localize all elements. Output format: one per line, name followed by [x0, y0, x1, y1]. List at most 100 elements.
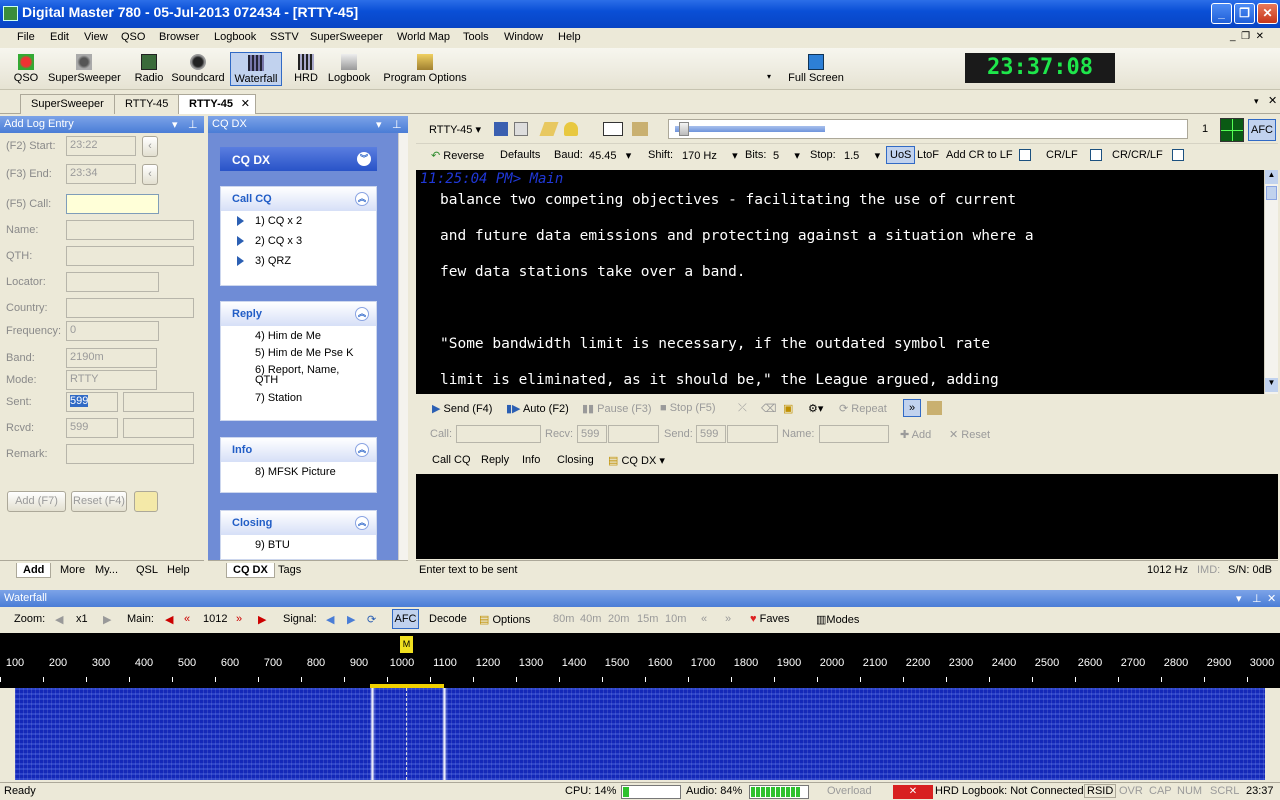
macro-cq-dx[interactable]: ▤ CQ DX ▾ [608, 454, 665, 467]
tab-list-icon[interactable]: ▾ [1254, 96, 1259, 107]
tab-cq-dx[interactable]: CQ DX [226, 563, 275, 578]
settings-icon[interactable] [632, 122, 648, 136]
tab-qsl[interactable]: QSL [130, 563, 164, 577]
tab-tags[interactable]: Tags [272, 563, 307, 577]
receive-scrollbar[interactable]: ▲ ▼ [1264, 170, 1278, 394]
waterfall-button[interactable]: Waterfall [230, 52, 282, 86]
macro-mfsk-picture[interactable]: 8) MFSK Picture [221, 462, 376, 482]
stop-select[interactable]: 1.5 ▾ [841, 147, 883, 165]
call-input[interactable] [456, 425, 541, 443]
tab-add[interactable]: Add [16, 563, 52, 578]
pause-button[interactable]: ▮▮ Pause (F3) [582, 402, 652, 415]
collapse-icon[interactable]: ︽ [355, 443, 369, 457]
faves-button[interactable]: ♥ Faves [750, 613, 790, 625]
defaults-button[interactable]: Defaults [497, 147, 543, 165]
tab-help[interactable]: Help [161, 563, 196, 577]
group-header[interactable]: Call CQ ︽ [221, 187, 376, 211]
layout-icon[interactable] [603, 122, 623, 136]
reset-log-button[interactable]: Reset (F4) [71, 491, 127, 512]
preview-icon[interactable] [514, 122, 528, 136]
eraser-icon[interactable]: ⌫ [761, 402, 777, 415]
ltof-toggle[interactable]: LtoF [914, 147, 942, 165]
send-input[interactable]: 599 [696, 425, 726, 443]
menu-help[interactable]: Help [558, 31, 581, 43]
slider-thumb[interactable] [679, 122, 689, 136]
tab-rtty-45-1[interactable]: RTTY-45 [114, 94, 180, 114]
end-now-button[interactable]: ‹ [142, 164, 158, 185]
menu-edit[interactable]: Edit [50, 31, 69, 43]
call-field[interactable] [66, 194, 159, 214]
rcvd-field[interactable]: 599 [66, 418, 118, 438]
toolbar-overflow[interactable]: ▾ [764, 72, 774, 81]
hrd-button[interactable]: HRD [292, 54, 320, 84]
macro-closing[interactable]: Closing [557, 454, 594, 466]
macro-call-cq[interactable]: Call CQ [432, 454, 471, 466]
signal-left-icon[interactable]: ◀ [326, 613, 334, 626]
tab-close-icon[interactable]: ✕ [241, 97, 250, 110]
recv-extra-input[interactable] [608, 425, 659, 443]
close-icon[interactable]: ✕ [1267, 592, 1276, 605]
menu-window[interactable]: Window [504, 31, 543, 43]
mode-select[interactable]: RTTY [66, 370, 157, 390]
qso-button[interactable]: QSO [12, 54, 40, 84]
macro-btu[interactable]: 9) BTU [221, 535, 376, 555]
main-fast-left-icon[interactable]: « [184, 613, 190, 625]
log-settings-icon[interactable] [134, 491, 158, 512]
add-cr-to-lf-checkbox[interactable]: Add CR to LF [943, 147, 1034, 165]
end-time-field[interactable]: 23:34 [66, 164, 136, 184]
menu-browser[interactable]: Browser [159, 31, 199, 43]
zoom-in-icon[interactable]: ▶ [103, 613, 111, 626]
remark-field[interactable] [66, 444, 194, 464]
full-screen-button[interactable]: Full Screen [788, 54, 844, 84]
macro-cq-x3[interactable]: 2) CQ x 3 [221, 231, 376, 251]
band-40m[interactable]: 40m [580, 613, 601, 625]
crlf-checkbox[interactable]: CR/LF [1043, 147, 1105, 165]
zoom-out-icon[interactable]: ◀ [55, 613, 63, 626]
send-extra-input[interactable] [727, 425, 778, 443]
tab-my[interactable]: My... [89, 563, 124, 577]
menu-view[interactable]: View [84, 31, 108, 43]
shift-select[interactable]: 170 Hz ▾ [679, 147, 741, 165]
recv-input[interactable]: 599 [577, 425, 607, 443]
sync-icon[interactable]: ⟳ [367, 613, 376, 626]
minimize-button[interactable]: _ [1211, 3, 1232, 24]
supersweeper-button[interactable]: SuperSweeper [48, 54, 121, 84]
options-button[interactable]: ▤ Options [479, 613, 530, 626]
menu-qso[interactable]: QSO [121, 31, 145, 43]
start-time-field[interactable]: 23:22 [66, 136, 136, 156]
reset-qso-button[interactable]: ✕ Reset [949, 428, 990, 441]
signal-right-icon[interactable]: ▶ [347, 613, 355, 626]
pin-icon[interactable]: ⊥ [188, 118, 198, 131]
close-panel-icon[interactable]: ✕ [1268, 94, 1277, 107]
macro-scrollbar[interactable] [398, 133, 408, 560]
main-left-icon[interactable]: ◀ [165, 613, 173, 626]
soundcard-button[interactable]: Soundcard [171, 54, 225, 84]
lock-icon[interactable]: ▣ [783, 402, 793, 415]
band-20m[interactable]: 20m [608, 613, 629, 625]
rsid-indicator[interactable]: RSID [1084, 784, 1117, 798]
macro-cq-x2[interactable]: 1) CQ x 2 [221, 211, 376, 231]
scroll-up-icon[interactable]: ▲ [1265, 170, 1278, 184]
send-button[interactable]: ▶ Send (F4) [432, 402, 492, 415]
clear-icon[interactable]: ⤫ [738, 402, 747, 415]
name-input[interactable] [819, 425, 889, 443]
panel-menu-icon[interactable]: ▾ [1236, 592, 1242, 605]
marker-m-icon[interactable]: M [400, 636, 413, 653]
group-header[interactable]: Info ︽ [221, 438, 376, 462]
menu-logbook[interactable]: Logbook [214, 31, 256, 43]
macro-him-de-me[interactable]: 4) Him de Me [221, 326, 376, 343]
baud-select[interactable]: 45.45 ▾ [586, 147, 634, 165]
add-qso-button[interactable]: ✚ Add [900, 428, 931, 441]
waterfall-afc-toggle[interactable]: AFC [392, 609, 419, 629]
scroll-down-icon[interactable]: ▼ [1265, 378, 1278, 392]
close-button[interactable]: ✕ [1257, 3, 1278, 24]
add-log-button[interactable]: Add (F7) [7, 491, 66, 512]
main-fast-right-icon[interactable]: » [236, 613, 242, 625]
band-select[interactable]: 2190m [66, 348, 157, 368]
program-options-button[interactable]: Program Options [383, 54, 467, 84]
band-prev-icon[interactable]: « [701, 613, 707, 625]
modes-button[interactable]: ▥Modes [816, 613, 859, 626]
radio-button[interactable]: Radio [133, 54, 165, 84]
frequency-field[interactable]: 0 [66, 321, 159, 341]
name-field[interactable] [66, 220, 194, 240]
